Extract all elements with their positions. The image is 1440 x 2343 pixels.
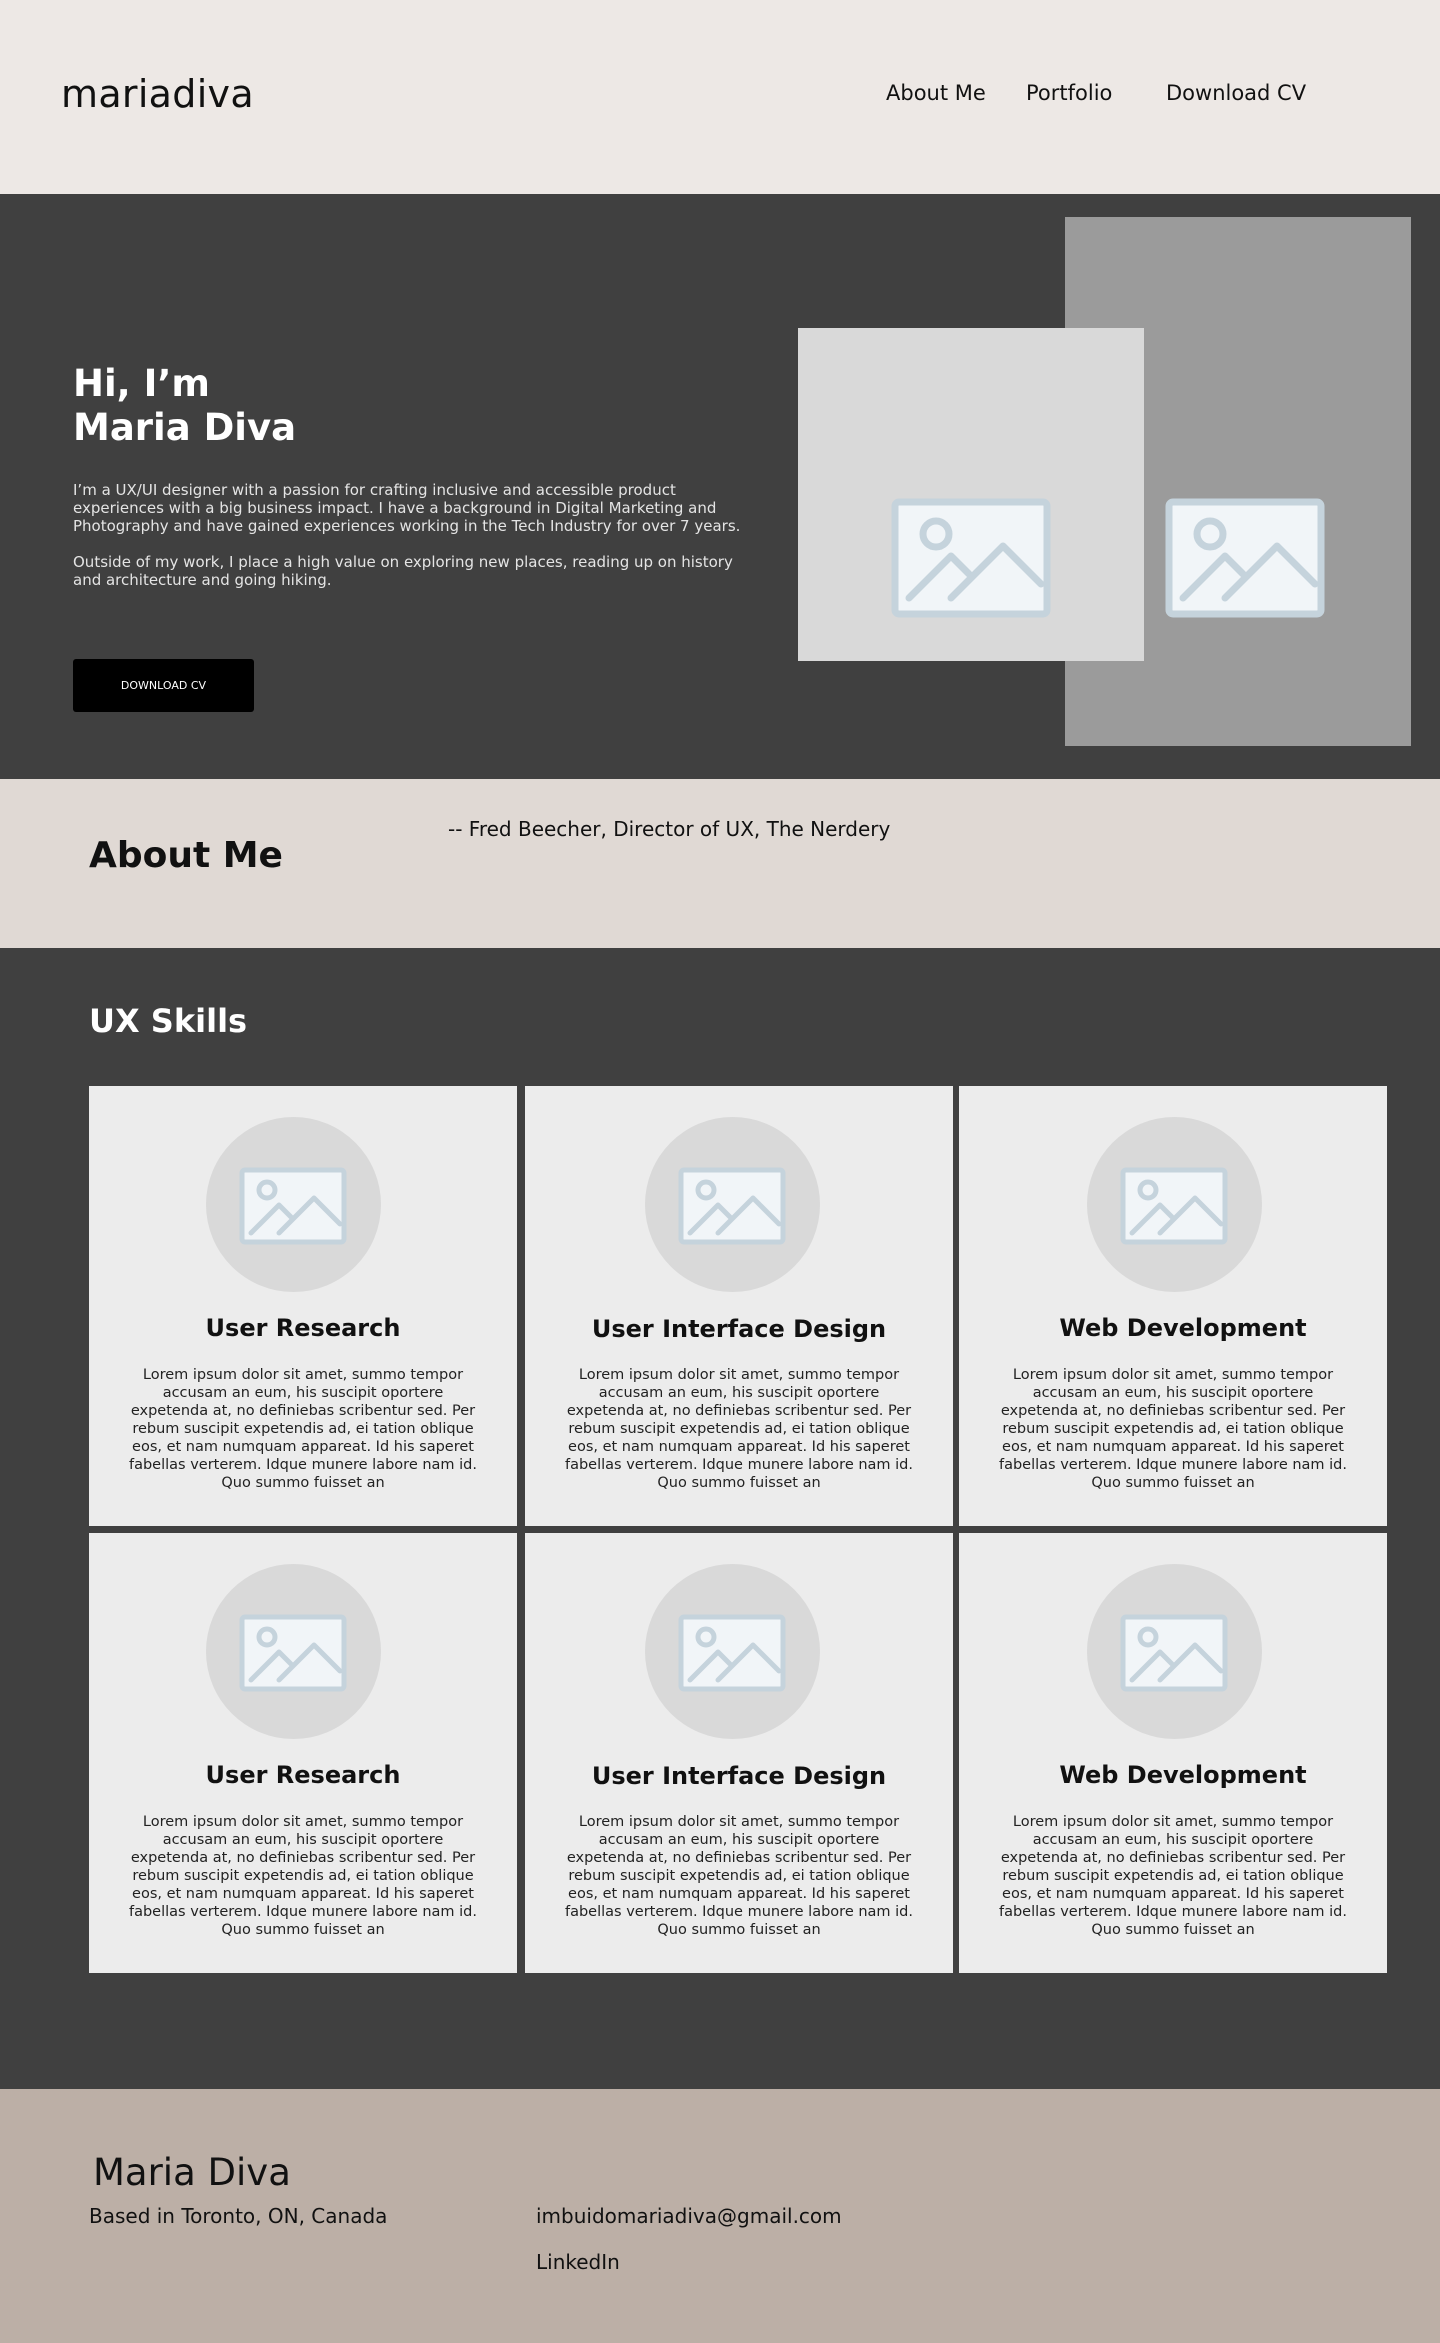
nav-download-cv[interactable]: Download CV [1166,81,1306,105]
quote-attribution: -- Fred Beecher, Director of UX, The Ner… [448,817,891,841]
skill-icon-circle [206,1564,381,1739]
skill-card-title: User Interface Design [591,1315,887,1343]
image-placeholder-icon [1165,498,1325,618]
skill-card-text: Lorem ipsum dolor sit amet, summo tempor… [564,1367,913,1491]
hero-image-front [798,328,1144,661]
hero-intro-paragraph: I’m a UX/UI designer with a passion for … [73,481,741,535]
hero-title-line1: Hi, I’m [73,362,210,405]
skill-card-text: Lorem ipsum dolor sit amet, summo tempor… [128,1814,477,1938]
image-placeholder-icon [239,1614,347,1692]
image-placeholder-icon [891,498,1051,618]
image-placeholder-icon [678,1614,786,1692]
skill-card: Web Development Lorem ipsum dolor sit am… [959,1533,1387,1973]
image-placeholder-icon [678,1167,786,1245]
skill-icon-circle [1087,1117,1262,1292]
skill-card: Web Development Lorem ipsum dolor sit am… [959,1086,1387,1526]
skill-card-title: Web Development [1059,1761,1307,1789]
skill-card-title: User Research [205,1314,401,1342]
skill-card: User Research Lorem ipsum dolor sit amet… [89,1533,517,1973]
skill-card-text: Lorem ipsum dolor sit amet, summo tempor… [128,1367,477,1491]
hero-title: Hi, I’m Maria Diva [73,362,296,450]
download-cv-button[interactable]: DOWNLOAD CV [73,659,254,712]
skill-icon-circle [1087,1564,1262,1739]
footer-email-link[interactable]: imbuidomariadiva@gmail.com [536,2204,842,2228]
skill-icon-circle [645,1117,820,1292]
site-logo[interactable]: mariadiva [61,72,254,116]
about-section: About Me -- Fred Beecher, Director of UX… [0,779,1440,948]
skill-card-title: User Interface Design [591,1762,887,1790]
nav-portfolio[interactable]: Portfolio [1026,81,1112,105]
skill-card-title: User Research [205,1761,401,1789]
image-placeholder-icon [1120,1167,1228,1245]
skill-icon-circle [645,1564,820,1739]
skill-card: User Interface Design Lorem ipsum dolor … [525,1533,953,1973]
hero-hobbies-paragraph: Outside of my work, I place a high value… [73,553,733,589]
footer-linkedin-link[interactable]: LinkedIn [536,2250,620,2274]
hero-section: Hi, I’m Maria Diva I’m a UX/UI designer … [0,194,1440,779]
skill-card-title: Web Development [1059,1314,1307,1342]
site-footer: Maria Diva Based in Toronto, ON, Canada … [0,2089,1440,2343]
skill-card-text: Lorem ipsum dolor sit amet, summo tempor… [564,1814,913,1938]
skill-icon-circle [206,1117,381,1292]
hero-title-line2: Maria Diva [73,406,297,449]
image-placeholder-icon [239,1167,347,1245]
skill-card: User Research Lorem ipsum dolor sit amet… [89,1086,517,1526]
skill-card-text: Lorem ipsum dolor sit amet, summo tempor… [998,1367,1347,1491]
about-title: About Me [89,835,283,876]
skill-card-text: Lorem ipsum dolor sit amet, summo tempor… [998,1814,1347,1938]
footer-location: Based in Toronto, ON, Canada [89,2204,388,2228]
ux-skills-section: UX Skills User Research Lorem ipsum dolo… [0,948,1440,2089]
skills-title: UX Skills [89,1002,248,1040]
image-placeholder-icon [1120,1614,1228,1692]
site-header: mariadiva About Me Portfolio Download CV [0,0,1440,194]
footer-name: Maria Diva [93,2151,291,2194]
skill-card: User Interface Design Lorem ipsum dolor … [525,1086,953,1526]
nav-about-me[interactable]: About Me [886,81,986,105]
